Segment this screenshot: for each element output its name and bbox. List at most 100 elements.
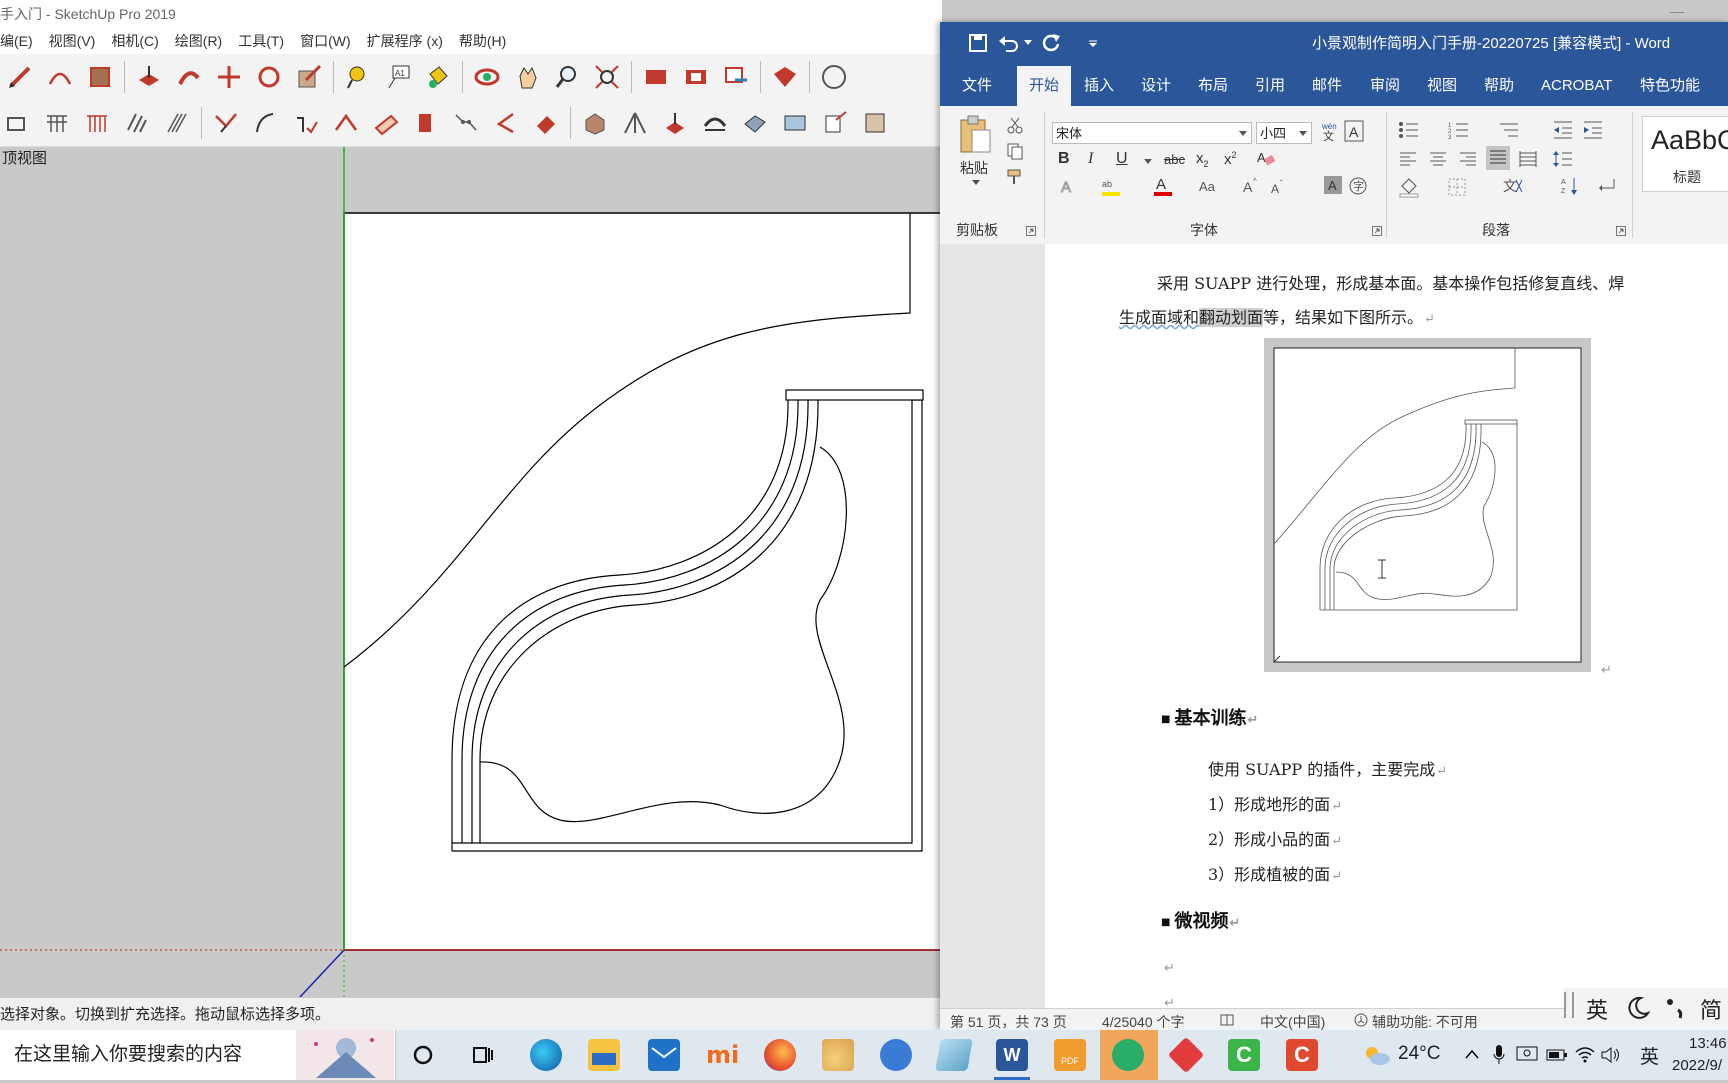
font-launcher-icon[interactable] xyxy=(1372,226,1382,236)
suapp-arc-bridge-icon[interactable] xyxy=(702,110,728,136)
embedded-image[interactable] xyxy=(1264,338,1591,672)
menu-view[interactable]: 视图(V) xyxy=(41,28,104,54)
tray-input-language[interactable]: 英 xyxy=(1640,1042,1659,1069)
menu-window[interactable]: 窗口(W) xyxy=(292,28,359,54)
battery-icon[interactable] xyxy=(1546,1047,1568,1063)
warehouse-icon[interactable] xyxy=(643,64,669,90)
orbit-icon[interactable] xyxy=(474,64,500,90)
paste-dropdown-icon[interactable] xyxy=(972,180,980,186)
sort-icon[interactable]: AZ xyxy=(1560,176,1580,196)
tab-layout[interactable]: 布局 xyxy=(1198,66,1228,106)
red-c-app-icon[interactable]: C xyxy=(1286,1039,1318,1071)
format-painter-icon[interactable] xyxy=(1006,168,1024,186)
distributed-icon[interactable] xyxy=(1518,150,1538,168)
bold-button[interactable]: B xyxy=(1058,150,1070,168)
numbering-icon[interactable]: 123 xyxy=(1448,120,1470,140)
zoom-icon[interactable] xyxy=(554,64,580,90)
menu-extensions[interactable]: 扩展程序 (x) xyxy=(359,28,451,54)
decrease-indent-icon[interactable] xyxy=(1552,120,1574,140)
grow-font-icon[interactable]: A ^ xyxy=(1242,176,1260,196)
tab-review[interactable]: 审阅 xyxy=(1370,66,1400,106)
align-right-icon[interactable] xyxy=(1458,150,1478,168)
wechat-icon[interactable] xyxy=(1112,1039,1144,1071)
menu-draw[interactable]: 绘图(R) xyxy=(167,28,230,54)
suapp-panel-icon[interactable] xyxy=(782,110,808,136)
share-model-icon[interactable] xyxy=(723,64,749,90)
underline-dropdown-icon[interactable] xyxy=(1144,159,1152,165)
tab-insert[interactable]: 插入 xyxy=(1084,66,1114,106)
task-view-icon[interactable] xyxy=(472,1044,494,1066)
borders-icon[interactable] xyxy=(1448,178,1466,196)
suapp-fillet-icon[interactable] xyxy=(333,110,359,136)
tab-acrobat[interactable]: ACROBAT xyxy=(1541,66,1612,106)
suapp-extrude-icon[interactable] xyxy=(413,110,439,136)
word-count[interactable]: 4/25040 个字 xyxy=(1102,1012,1185,1032)
proofing-icon[interactable] xyxy=(1220,1014,1234,1026)
font-color-icon[interactable]: A xyxy=(1152,174,1174,198)
tape-measure-icon[interactable] xyxy=(345,64,371,90)
edge-icon[interactable] xyxy=(530,1039,562,1071)
move-icon[interactable] xyxy=(216,64,242,90)
file-explorer-icon[interactable] xyxy=(588,1039,620,1071)
suapp-tile-icon[interactable] xyxy=(742,110,768,136)
enclose-characters-icon[interactable]: 字 xyxy=(1348,176,1368,196)
push-pull-icon[interactable] xyxy=(136,64,162,90)
cortana-icon[interactable] xyxy=(412,1044,434,1066)
taskbar-search[interactable]: 在这里输入你要搜索的内容 xyxy=(0,1030,396,1080)
suapp-note-icon[interactable] xyxy=(822,110,848,136)
suapp-nodes-icon[interactable] xyxy=(453,110,479,136)
style-heading-tile[interactable]: AaBbC 标题 xyxy=(1642,116,1728,192)
change-case-icon[interactable]: Aa xyxy=(1198,176,1220,196)
align-center-icon[interactable] xyxy=(1428,150,1448,168)
suapp-weld-icon[interactable] xyxy=(213,110,239,136)
tab-mailings[interactable]: 邮件 xyxy=(1312,66,1342,106)
mi-icon[interactable]: mi xyxy=(706,1039,739,1071)
extension-warehouse-icon[interactable] xyxy=(772,64,798,90)
model-drawing[interactable] xyxy=(0,147,942,997)
save-icon[interactable] xyxy=(968,33,988,53)
suapp-lift-icon[interactable] xyxy=(662,110,688,136)
language-indicator[interactable]: 中文(中国) xyxy=(1260,1012,1325,1032)
ime-mode[interactable]: 简 xyxy=(1700,993,1722,1025)
paste-button[interactable]: 粘贴 xyxy=(960,158,988,178)
customize-quick-access-icon[interactable] xyxy=(1088,40,1098,48)
suapp-grid-icon[interactable] xyxy=(44,110,70,136)
clipboard-launcher-icon[interactable] xyxy=(1026,226,1036,236)
suapp-curve-icon[interactable] xyxy=(253,110,279,136)
suapp-box-icon[interactable] xyxy=(4,110,30,136)
tab-help[interactable]: 帮助 xyxy=(1484,66,1514,106)
copy-icon[interactable] xyxy=(1006,142,1024,160)
shape-icon[interactable] xyxy=(87,64,113,90)
redo-icon[interactable] xyxy=(1040,32,1062,54)
pan-icon[interactable] xyxy=(514,64,540,90)
subscript-button[interactable]: x2 xyxy=(1196,150,1209,169)
volume-icon[interactable] xyxy=(1600,1045,1622,1065)
clear-formatting-icon[interactable]: A xyxy=(1256,148,1276,168)
font-size-dropdown-icon[interactable] xyxy=(1299,131,1307,137)
suapp-hatch-icon[interactable] xyxy=(124,110,150,136)
components-icon[interactable] xyxy=(683,64,709,90)
generic-app-icon[interactable] xyxy=(935,1039,973,1071)
menu-help[interactable]: 帮助(H) xyxy=(451,28,514,54)
bullets-icon[interactable] xyxy=(1398,120,1420,140)
character-border-icon[interactable]: A xyxy=(1344,120,1364,142)
sketchup-taskbar-icon[interactable] xyxy=(1167,1036,1205,1074)
align-left-icon[interactable] xyxy=(1398,150,1418,168)
menu-edit[interactable]: 编(E) xyxy=(0,28,41,54)
ime-drag-handle[interactable] xyxy=(1564,992,1574,1018)
document-page[interactable]: 采用 SUAPP 进行处理，形成基本面。基本操作包括修复直线、焊 生成面域和翻动… xyxy=(1045,244,1728,1030)
page-count[interactable]: 第 51 页，共 73 页 xyxy=(950,1012,1067,1032)
ime-language[interactable]: 英 xyxy=(1586,993,1608,1025)
pdf-app-icon[interactable]: PDF xyxy=(1054,1039,1086,1071)
zoom-extents-icon[interactable] xyxy=(594,64,620,90)
tab-references[interactable]: 引用 xyxy=(1255,66,1285,106)
punctuation-icon[interactable] xyxy=(1664,996,1686,1020)
suapp-angle-icon[interactable] xyxy=(493,110,519,136)
chinese-layout-icon[interactable]: 文 xyxy=(1502,176,1524,196)
suapp-face-icon[interactable] xyxy=(373,110,399,136)
tab-design[interactable]: 设计 xyxy=(1141,66,1171,106)
undo-icon[interactable] xyxy=(998,33,1020,53)
rotate-icon[interactable] xyxy=(256,64,282,90)
selected-text[interactable]: 翻动划面 xyxy=(1199,308,1264,327)
moon-icon[interactable] xyxy=(1626,996,1650,1020)
